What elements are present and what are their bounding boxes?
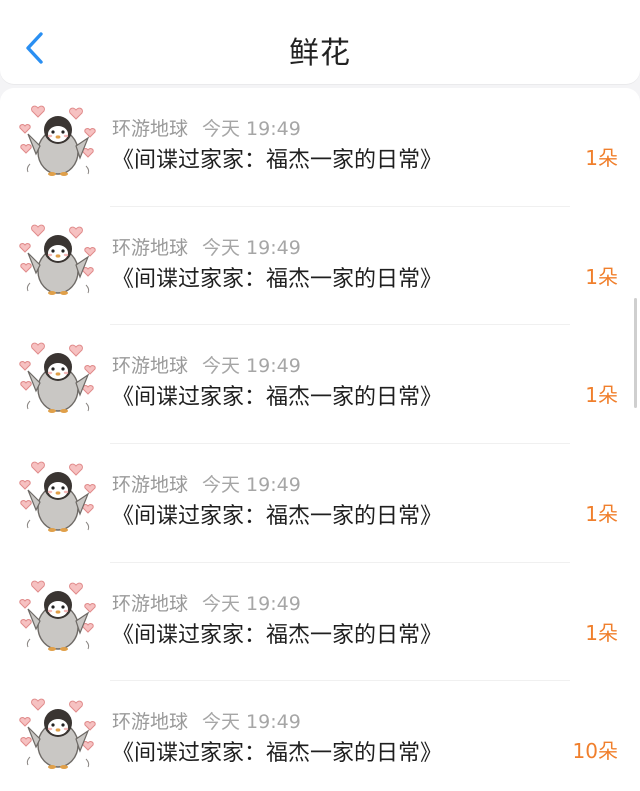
- avatar[interactable]: [16, 337, 100, 419]
- book-title[interactable]: 《间谍过家家：福杰一家的日常》: [112, 735, 442, 767]
- record-meta: 环游地球 今天 19:49: [112, 114, 301, 141]
- record-meta: 环游地球 今天 19:49: [112, 707, 301, 734]
- book-title[interactable]: 《间谍过家家：福杰一家的日常》: [112, 142, 442, 174]
- timestamp: 今天 19:49: [202, 355, 301, 378]
- timestamp: 今天 19:49: [202, 711, 301, 734]
- timestamp: 今天 19:49: [202, 236, 301, 259]
- flower-count: 1朵: [585, 146, 618, 170]
- flower-count: 1朵: [585, 620, 618, 645]
- timestamp: 今天 19:49: [202, 474, 301, 497]
- record-meta: 环游地球 今天 19:49: [112, 589, 301, 616]
- book-title[interactable]: 《间谍过家家：福杰一家的日常》: [112, 379, 442, 411]
- list-item[interactable]: 环游地球 今天 19:49 《间谍过家家：福杰一家的日常》 1朵: [0, 207, 640, 326]
- flower-record-list: 环游地球 今天 19:49 《间谍过家家：福杰一家的日常》 1朵 环游地球 今天…: [0, 88, 640, 791]
- book-title[interactable]: 《间谍过家家：福杰一家的日常》: [112, 617, 442, 649]
- penguin-avatar-icon: [19, 461, 96, 533]
- record-meta: 环游地球 今天 19:49: [112, 351, 301, 378]
- top-bar: 鲜花: [0, 0, 640, 84]
- user-name[interactable]: 环游地球: [112, 593, 188, 615]
- flower-count: 1朵: [585, 502, 618, 527]
- timestamp: 今天 19:49: [202, 118, 301, 140]
- flower-count: 1朵: [585, 264, 618, 289]
- page-title: 鲜花: [289, 36, 351, 71]
- list-item[interactable]: 环游地球 今天 19:49 《间谍过家家：福杰一家的日常》 1朵: [0, 444, 640, 563]
- record-meta: 环游地球 今天 19:49: [112, 470, 301, 497]
- penguin-avatar-icon: [19, 343, 96, 414]
- user-name[interactable]: 环游地球: [112, 474, 188, 496]
- list-item[interactable]: 环游地球 今天 19:49 《间谍过家家：福杰一家的日常》 1朵: [0, 325, 640, 445]
- record-meta: 环游地球 今天 19:49: [112, 233, 301, 260]
- timestamp: 今天 19:49: [202, 592, 301, 615]
- book-title[interactable]: 《间谍过家家：福杰一家的日常》: [112, 261, 442, 293]
- list-item[interactable]: 环游地球 今天 19:49 《间谍过家家：福杰一家的日常》 10朵: [0, 681, 640, 791]
- avatar[interactable]: [16, 219, 100, 301]
- scrollbar[interactable]: [634, 298, 637, 408]
- list-item[interactable]: 环游地球 今天 19:49 《间谍过家家：福杰一家的日常》 1朵: [0, 563, 640, 682]
- avatar[interactable]: [16, 100, 100, 182]
- flower-count: 1朵: [585, 383, 618, 408]
- penguin-avatar-icon: [19, 699, 96, 770]
- flower-count: 10朵: [572, 739, 618, 764]
- book-title[interactable]: 《间谍过家家：福杰一家的日常》: [112, 498, 442, 530]
- penguin-avatar-icon: [19, 224, 96, 295]
- penguin-avatar-icon: [19, 580, 96, 651]
- user-name[interactable]: 环游地球: [112, 711, 188, 733]
- penguin-avatar-icon: [19, 105, 96, 176]
- avatar[interactable]: [16, 456, 100, 538]
- avatar[interactable]: [16, 693, 100, 775]
- list-item[interactable]: 环游地球 今天 19:49 《间谍过家家：福杰一家的日常》 1朵: [0, 88, 640, 207]
- avatar[interactable]: [16, 575, 100, 657]
- user-name[interactable]: 环游地球: [112, 355, 188, 377]
- user-name[interactable]: 环游地球: [112, 237, 188, 259]
- user-name[interactable]: 环游地球: [112, 118, 188, 140]
